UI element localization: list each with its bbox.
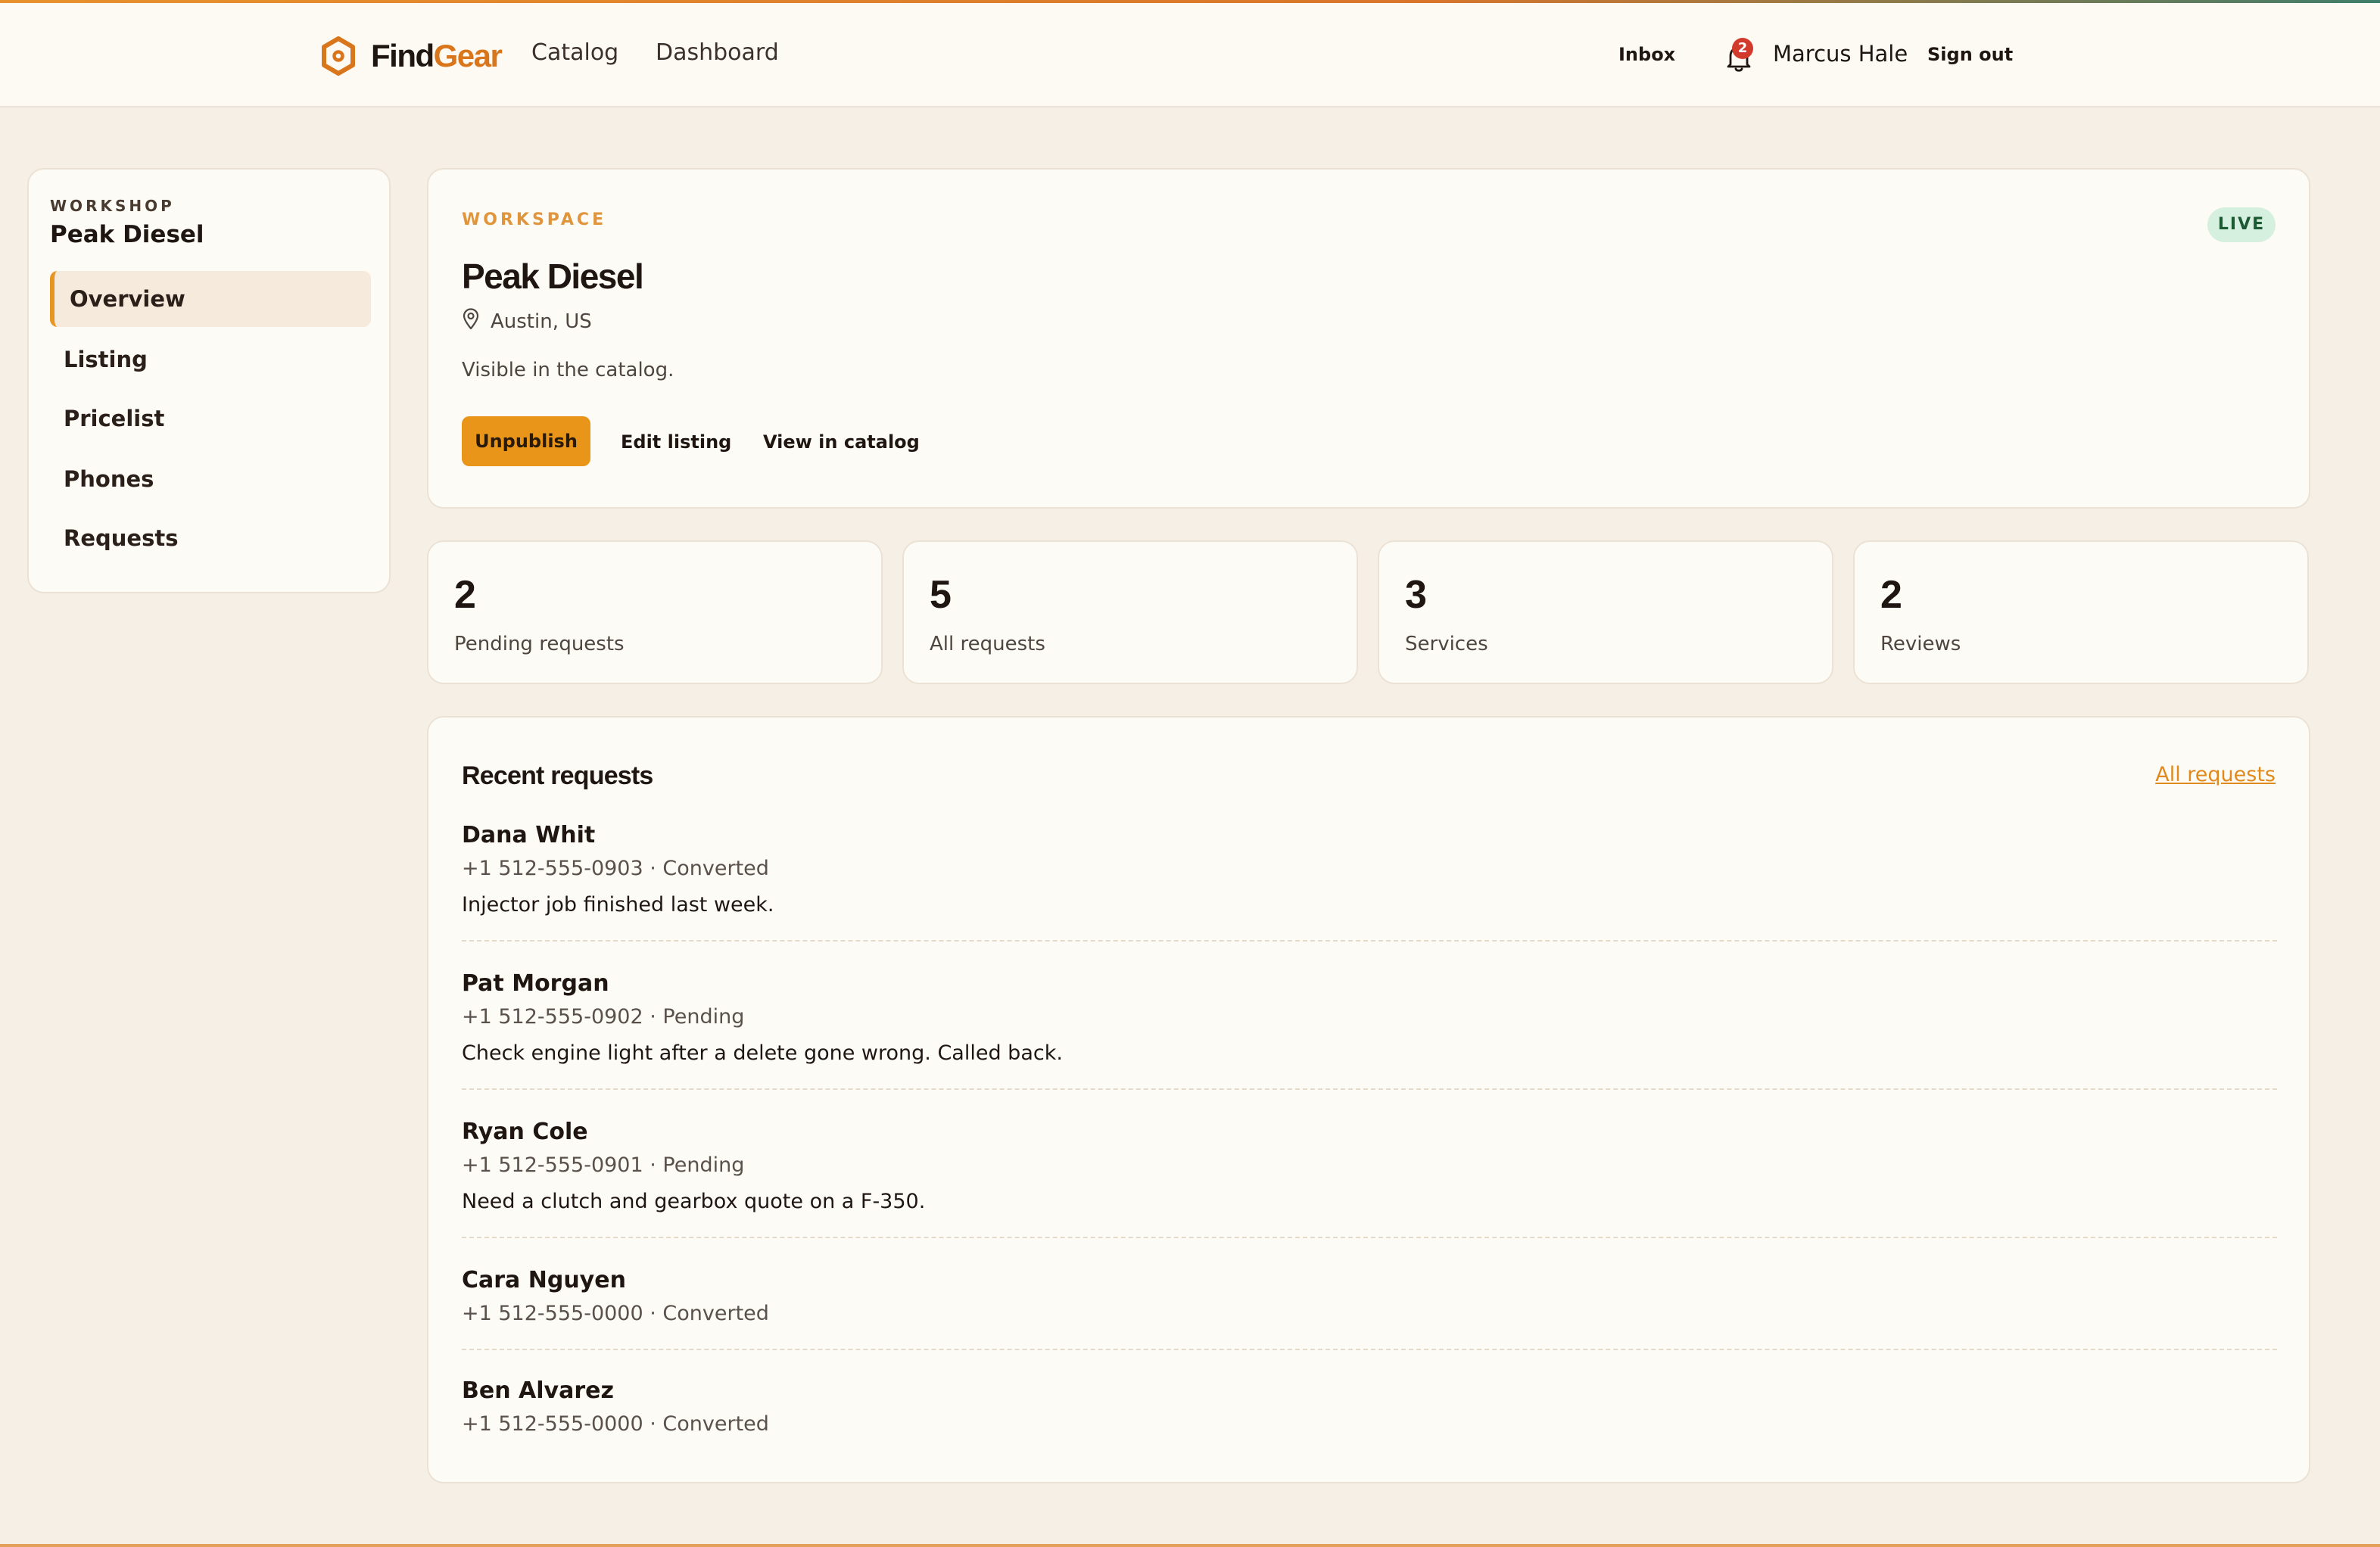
stat-card-reviews: 2 Reviews <box>1853 540 2309 684</box>
request-note: Injector job finished last week. <box>462 893 774 917</box>
sign-out-link[interactable]: Sign out <box>1927 44 2013 65</box>
workspace-description: Visible in the catalog. <box>462 359 674 381</box>
request-meta: +1 512-555-0000 · Converted <box>462 1412 769 1436</box>
list-item[interactable]: Pat Morgan +1 512-555-0902 · Pending Che… <box>462 970 2277 1090</box>
stat-label: Services <box>1405 633 1488 655</box>
brand-logo[interactable]: FindGear <box>321 35 503 77</box>
hexagon-logo-icon <box>321 36 356 76</box>
all-requests-link[interactable]: All requests <box>2155 763 2276 786</box>
stat-value: 2 <box>454 573 476 617</box>
requester-name: Ben Alvarez <box>462 1377 614 1404</box>
requester-name: Dana Whit <box>462 822 596 848</box>
view-in-catalog-button[interactable]: View in catalog <box>763 431 920 453</box>
sidebar-item-overview[interactable]: Overview <box>50 271 371 327</box>
workshop-sidebar: WORKSHOP Peak Diesel Overview Listing Pr… <box>27 168 391 593</box>
request-meta: +1 512-555-0902 · Pending <box>462 1005 745 1029</box>
inbox-link[interactable]: Inbox <box>1618 44 1675 65</box>
status-badge: LIVE <box>2207 207 2276 242</box>
user-name[interactable]: Marcus Hale <box>1773 41 1908 67</box>
stat-card-services: 3 Services <box>1378 540 1833 684</box>
list-item[interactable]: Ben Alvarez +1 512-555-0000 · Converted <box>462 1377 2277 1461</box>
stat-card-all-requests: 5 All requests <box>902 540 1358 684</box>
page-title: Peak Diesel <box>462 257 644 296</box>
brand-name: FindGear <box>371 38 503 73</box>
notification-count-badge: 2 <box>1732 38 1753 59</box>
stat-label: Reviews <box>1880 633 1961 655</box>
nav-catalog[interactable]: Catalog <box>531 39 618 66</box>
sidebar-item-phones[interactable]: Phones <box>50 451 371 507</box>
sidebar-kicker: WORKSHOP <box>50 197 175 215</box>
stat-label: All requests <box>930 633 1045 655</box>
recent-requests-title: Recent requests <box>462 761 653 790</box>
workspace-card: WORKSPACE LIVE Peak Diesel Austin, US Vi… <box>427 168 2310 509</box>
request-meta: +1 512-555-0901 · Pending <box>462 1153 745 1177</box>
sidebar-item-pricelist[interactable]: Pricelist <box>50 391 371 447</box>
request-meta: +1 512-555-0000 · Converted <box>462 1302 769 1325</box>
requester-name: Pat Morgan <box>462 970 609 997</box>
stat-label: Pending requests <box>454 633 625 655</box>
sidebar-item-requests[interactable]: Requests <box>50 510 371 566</box>
nav-dashboard[interactable]: Dashboard <box>656 39 779 66</box>
list-item[interactable]: Dana Whit +1 512-555-0903 · Converted In… <box>462 822 2277 942</box>
list-item[interactable]: Ryan Cole +1 512-555-0901 · Pending Need… <box>462 1119 2277 1238</box>
location-text: Austin, US <box>491 310 592 333</box>
recent-requests-card: Recent requests All requests Dana Whit +… <box>427 716 2310 1483</box>
top-navbar: FindGear Catalog Dashboard Inbox 2 Marcu… <box>0 3 2380 107</box>
unpublish-button[interactable]: Unpublish <box>462 416 590 466</box>
request-note: Check engine light after a delete gone w… <box>462 1041 1063 1065</box>
list-item[interactable]: Cara Nguyen +1 512-555-0000 · Converted <box>462 1267 2277 1350</box>
map-pin-icon <box>462 307 480 335</box>
requester-name: Cara Nguyen <box>462 1267 626 1293</box>
workspace-kicker: WORKSPACE <box>462 210 607 229</box>
stat-value: 3 <box>1405 573 1427 617</box>
workspace-location: Austin, US <box>462 307 592 335</box>
sidebar-item-listing[interactable]: Listing <box>50 332 371 388</box>
stat-value: 5 <box>930 573 952 617</box>
request-meta: +1 512-555-0903 · Converted <box>462 857 769 880</box>
bottom-accent-line <box>0 1544 2380 1547</box>
stat-card-pending-requests: 2 Pending requests <box>427 540 883 684</box>
request-note: Need a clutch and gearbox quote on a F-3… <box>462 1190 926 1213</box>
sidebar-title: Peak Diesel <box>50 221 204 248</box>
requester-name: Ryan Cole <box>462 1119 588 1145</box>
stat-value: 2 <box>1880 573 1902 617</box>
edit-listing-button[interactable]: Edit listing <box>621 431 731 453</box>
